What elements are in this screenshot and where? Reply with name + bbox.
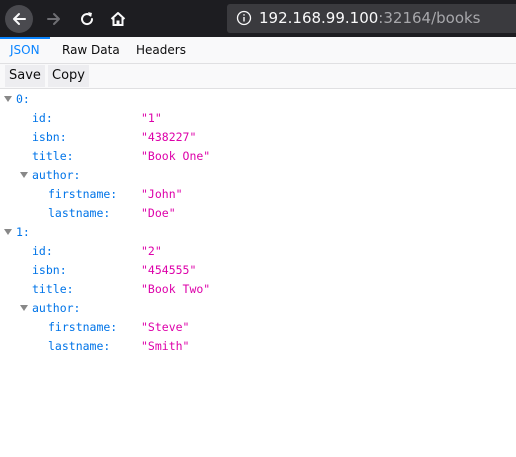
json-toolbar: Save Copy — [0, 64, 516, 89]
browser-toolbar: 192.168.99.100:32164/books — [0, 0, 516, 37]
tab-headers[interactable]: Headers — [126, 37, 196, 63]
expand-toggle-icon[interactable] — [20, 172, 28, 178]
tree-value: "454555" — [141, 263, 197, 277]
tree-key: lastname: — [48, 339, 111, 353]
home-icon — [110, 12, 126, 26]
tree-key: author: — [32, 301, 81, 315]
expand-toggle-icon[interactable] — [4, 96, 12, 102]
url-text: 192.168.99.100:32164/books — [259, 4, 481, 33]
tree-value: "Book Two" — [141, 282, 211, 296]
back-button[interactable] — [5, 5, 33, 33]
reload-button[interactable] — [73, 5, 101, 33]
copy-button[interactable]: Copy — [48, 65, 89, 87]
tree-key: 1: — [16, 225, 30, 239]
forward-arrow-icon — [47, 13, 60, 25]
tree-value: "2" — [141, 244, 162, 258]
tree-value: "Smith" — [141, 339, 190, 353]
tab-raw-data[interactable]: Raw Data — [52, 37, 130, 63]
save-button[interactable]: Save — [5, 65, 45, 87]
tree-key: isbn: — [32, 130, 67, 144]
tree-value: "438227" — [141, 130, 197, 144]
url-host: 192.168.99.100 — [259, 9, 379, 27]
tab-json[interactable]: JSON — [0, 37, 50, 63]
reload-icon — [81, 12, 94, 26]
home-button[interactable] — [104, 5, 132, 33]
tree-key: lastname: — [48, 206, 111, 220]
tree-key: firstname: — [48, 320, 118, 334]
tree-value: "Book One" — [141, 149, 211, 163]
url-path: :32164/books — [378, 9, 481, 27]
tree-key: firstname: — [48, 187, 118, 201]
tree-key: isbn: — [32, 263, 67, 277]
tree-key: id: — [32, 244, 53, 258]
viewer-tabs: JSON Raw Data Headers — [0, 37, 516, 64]
info-icon[interactable] — [236, 10, 252, 26]
address-bar[interactable]: 192.168.99.100:32164/books — [227, 4, 516, 33]
tree-key: title: — [32, 282, 74, 296]
expand-toggle-icon[interactable] — [20, 305, 28, 311]
forward-button[interactable] — [40, 5, 68, 33]
tree-key: title: — [32, 149, 74, 163]
tree-key: 0: — [16, 92, 30, 106]
tree-key: author: — [32, 168, 81, 182]
tree-key: id: — [32, 111, 53, 125]
tree-value: "John" — [141, 187, 183, 201]
tree-value: "Steve" — [141, 320, 190, 334]
back-arrow-icon — [13, 13, 26, 25]
expand-toggle-icon[interactable] — [4, 229, 12, 235]
tree-value: "Doe" — [141, 206, 176, 220]
tree-value: "1" — [141, 111, 162, 125]
